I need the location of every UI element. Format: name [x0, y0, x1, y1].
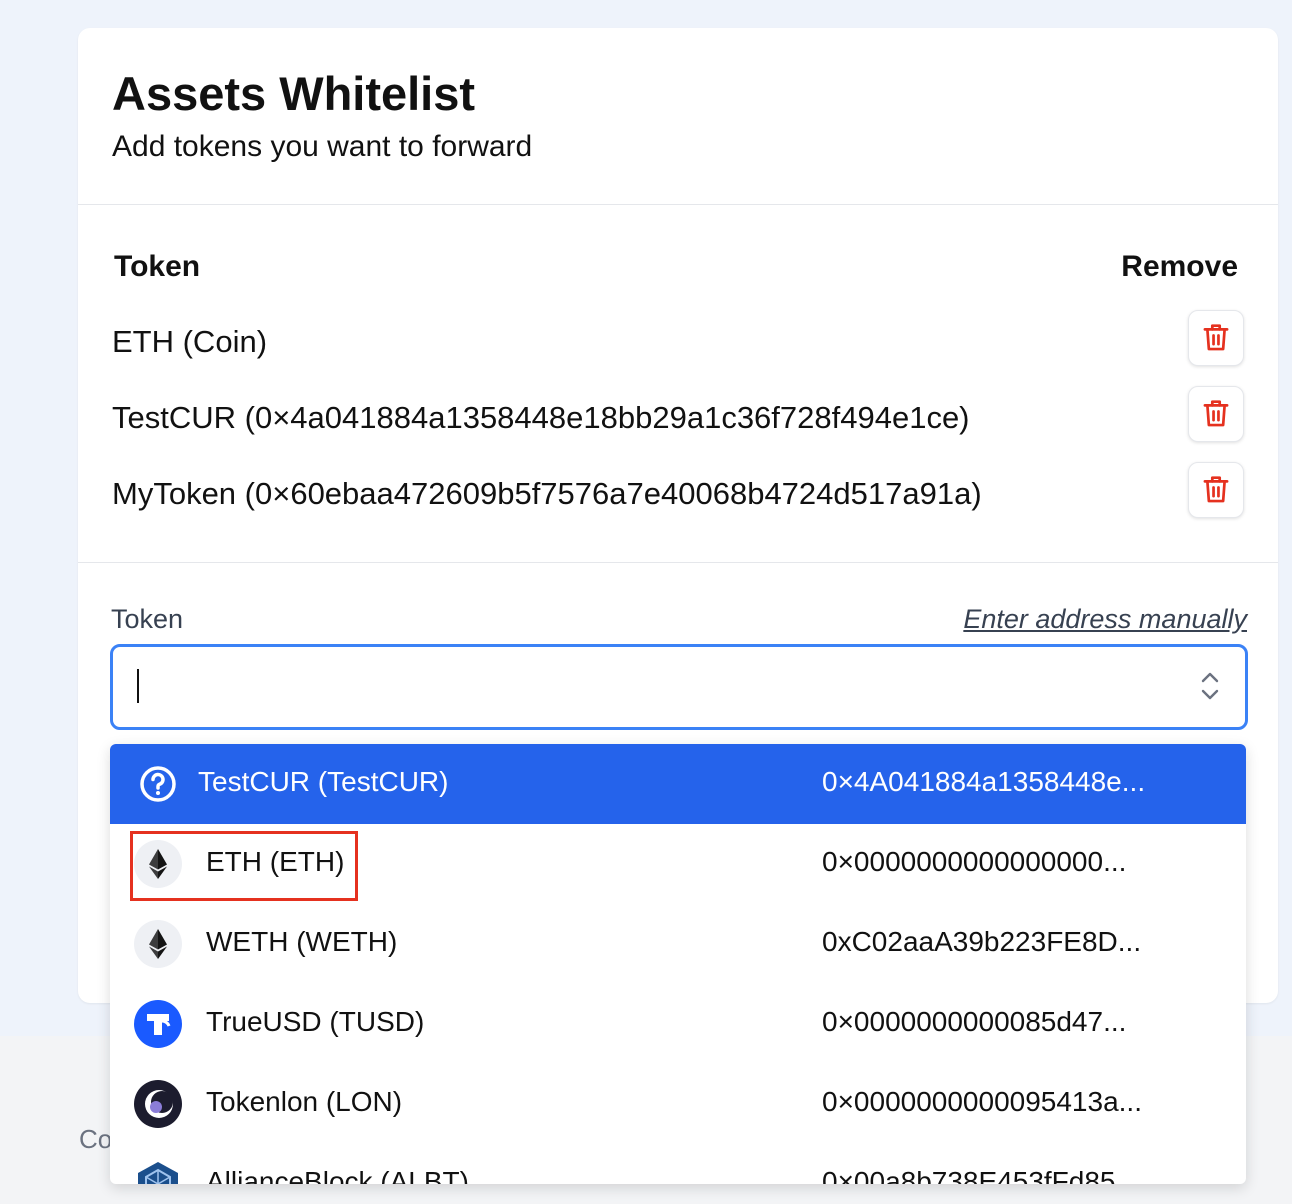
card-title: Assets Whitelist	[112, 67, 476, 120]
question-circle-icon	[140, 766, 176, 802]
column-header-token: Token	[114, 250, 201, 283]
remove-token-button[interactable]	[1188, 462, 1244, 518]
whitelist-row: MyToken (0×60ebaa472609b5f7576a7e40068b4…	[112, 462, 1244, 522]
option-address: 0xC02aaA39b223FE8D...	[822, 926, 1142, 957]
option-address: 0×0000000000085d47...	[822, 1006, 1127, 1037]
option-address: 0×00a8b738E453fFd85...	[822, 1166, 1139, 1184]
footer-text: Co	[79, 1124, 113, 1154]
dropdown-option[interactable]: WETH (WETH) 0xC02aaA39b223FE8D...	[110, 904, 1246, 984]
option-name: Tokenlon (LON)	[206, 1086, 403, 1117]
remove-token-button[interactable]	[1188, 386, 1244, 442]
whitelist-row: ETH (Coin)	[112, 310, 1244, 370]
trash-icon	[1203, 400, 1229, 427]
text-caret	[137, 669, 139, 703]
option-address: 0×4A041884a1358448e...	[822, 766, 1146, 797]
dropdown-option[interactable]: TestCUR (TestCUR) 0×4A041884a1358448e...	[110, 744, 1246, 824]
whitelist-row-label: MyToken (0×60ebaa472609b5f7576a7e40068b4…	[112, 476, 982, 511]
trash-icon	[1203, 324, 1229, 351]
dropdown-option[interactable]: Tokenlon (LON) 0×0000000000095413a...	[110, 1064, 1246, 1144]
whitelist-row-label: ETH (Coin)	[112, 324, 268, 359]
token-field-label: Token	[111, 604, 184, 634]
remove-token-button[interactable]	[1188, 310, 1244, 366]
trueusd-icon	[134, 1000, 182, 1048]
annotation-highlight-box	[130, 831, 358, 901]
allianceblock-icon	[138, 1162, 178, 1184]
option-address: 0×0000000000000000...	[822, 846, 1127, 877]
dropdown-option[interactable]: TrueUSD (TUSD) 0×0000000000085d47...	[110, 984, 1246, 1064]
trash-icon	[1203, 476, 1229, 503]
option-address: 0×0000000000095413a...	[822, 1086, 1142, 1117]
section-divider	[78, 562, 1278, 563]
tokenlon-icon	[134, 1080, 182, 1128]
token-dropdown-list[interactable]: TestCUR (TestCUR) 0×4A041884a1358448e...…	[110, 744, 1246, 1184]
dropdown-option[interactable]: AllianceBlock (ALBT) 0×00a8b738E453fFd85…	[110, 1144, 1246, 1184]
option-name: TestCUR (TestCUR)	[198, 766, 449, 797]
ethereum-icon	[134, 920, 182, 968]
enter-address-manually-link[interactable]: Enter address manually	[963, 604, 1247, 635]
whitelist-row: TestCUR (0×4a041884a1358448e18bb29a1c36f…	[112, 386, 1244, 446]
chevron-up-down-icon[interactable]	[1199, 669, 1221, 708]
card-header: Assets Whitelist Add tokens you want to …	[78, 28, 1278, 205]
option-name: WETH (WETH)	[206, 926, 398, 957]
card-subtitle: Add tokens you want to forward	[112, 130, 533, 163]
column-header-remove: Remove	[1121, 250, 1238, 283]
token-search-input[interactable]	[110, 644, 1248, 730]
whitelist-row-label: TestCUR (0×4a041884a1358448e18bb29a1c36f…	[112, 400, 970, 435]
option-name: TrueUSD (TUSD)	[206, 1006, 425, 1037]
option-name: AllianceBlock (ALBT)	[206, 1166, 469, 1184]
